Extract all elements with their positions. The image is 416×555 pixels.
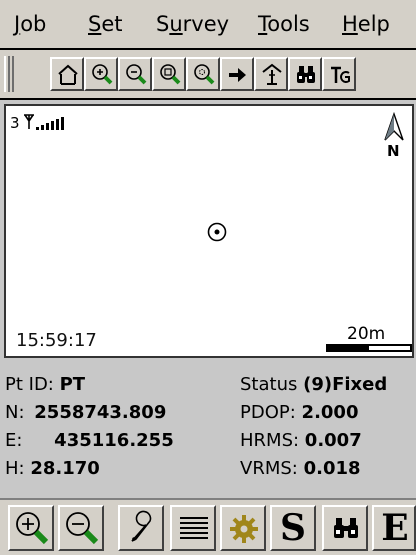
easting-value: 435116.255 [54,430,174,451]
height-value: 28.170 [30,458,100,479]
status-value: (9)Fixed [303,374,388,395]
gear-icon [230,515,258,543]
zoom-extents-icon [194,64,215,85]
arrow-right-button[interactable] [220,57,254,91]
north-arrow-icon [384,111,404,141]
hrms-value: 0.007 [304,430,362,451]
pdop-value: 2.000 [301,402,359,423]
easting-row: E: 435116.255 [5,430,174,451]
map-view[interactable]: 3 N 15:59:17 20m [4,104,414,358]
s-button[interactable]: S [270,505,316,551]
signal-strength-icon [24,114,64,130]
status-label: Status [240,374,298,395]
scale-label: 20m [347,324,386,344]
menu-tools[interactable]: Tools [258,12,310,36]
vrms-row: VRMS: 0.018 [240,458,361,479]
station-icon [262,63,282,85]
list-button[interactable] [170,505,216,551]
menu-survey[interactable]: Survey [156,12,229,36]
zoom-window-icon [160,64,181,85]
arrow-right-icon [229,68,246,82]
binoculars-icon [334,518,358,538]
bottom-zoom-out-button[interactable] [58,505,104,551]
menu-bar: Job Set Survey Tools Help [0,0,416,50]
bottom-zoom-in-button[interactable] [8,505,54,551]
e-button[interactable]: E [372,505,416,551]
zoom-out-icon [126,64,147,85]
menu-set[interactable]: Set [88,12,123,36]
status-panel: Pt ID: PT N: 2558743.809 E: 435116.255 H… [0,360,416,479]
hrms-label: HRMS: [240,430,300,451]
map-toolbar [0,50,416,100]
zoom-window-button[interactable] [152,57,186,91]
zoom-in-icon [16,512,49,545]
station-button[interactable] [254,57,288,91]
zoom-in-button[interactable] [84,57,118,91]
pt-id-label: Pt ID: [5,374,54,395]
toolbar-grip[interactable] [4,56,14,92]
e-icon: E [381,507,409,549]
gear-button[interactable] [220,505,266,551]
bottom-toolbar: S E [0,498,416,555]
easting-label: E: [5,430,23,451]
pdop-row: PDOP: 2.000 [240,402,358,423]
text-icon [331,66,350,83]
menu-job[interactable]: Job [14,12,46,36]
northing-label: N: [5,402,25,423]
bottom-binoculars-button[interactable] [322,505,368,551]
zoom-out-icon [66,512,99,545]
zoom-extents-button[interactable] [186,57,220,91]
northing-value: 2558743.809 [34,402,167,423]
settings-wrench-button[interactable] [118,505,164,551]
clock: 15:59:17 [16,330,97,351]
satellite-count: 3 [10,114,20,132]
menu-help[interactable]: Help [342,12,390,36]
north-indicator: N [382,111,406,160]
home-button[interactable] [50,57,84,91]
binoculars-icon [297,66,315,83]
list-icon [180,517,208,539]
wrench-icon [131,510,152,542]
pdop-label: PDOP: [240,402,296,423]
vrms-value: 0.018 [303,458,361,479]
home-icon [58,64,78,85]
height-row: H: 28.170 [5,458,100,479]
current-position-icon [207,222,227,242]
s-icon: S [280,507,306,549]
text-tool-button[interactable] [322,57,356,91]
status-row: Status (9)Fixed [240,374,387,395]
pt-id-row: Pt ID: PT [5,374,85,395]
pt-id-value: PT [59,374,86,395]
binoculars-button[interactable] [288,57,322,91]
vrms-label: VRMS: [240,458,298,479]
height-label: H: [5,458,25,479]
zoom-out-button[interactable] [118,57,152,91]
north-label: N [387,142,400,160]
hrms-row: HRMS: 0.007 [240,430,362,451]
zoom-in-icon [92,64,113,85]
scale-bar [326,344,412,352]
northing-row: N: 2558743.809 [5,402,166,423]
